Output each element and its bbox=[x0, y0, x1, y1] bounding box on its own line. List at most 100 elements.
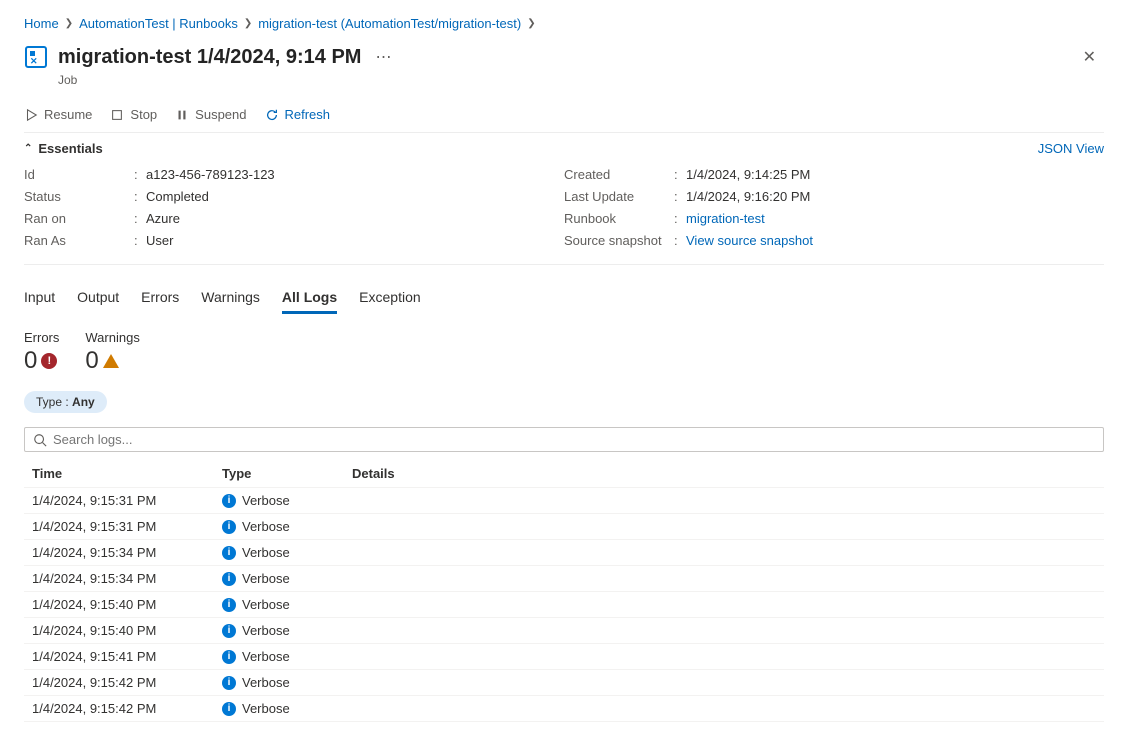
breadcrumb-item[interactable]: AutomationTest | Runbooks bbox=[79, 16, 238, 31]
log-row[interactable]: 1/4/2024, 9:15:31 PMiVerbose bbox=[24, 514, 1104, 540]
log-time: 1/4/2024, 9:15:31 PM bbox=[32, 493, 222, 508]
log-row[interactable]: 1/4/2024, 9:15:40 PMiVerbose bbox=[24, 618, 1104, 644]
refresh-icon bbox=[265, 108, 279, 122]
log-row[interactable]: 1/4/2024, 9:15:40 PMiVerbose bbox=[24, 592, 1104, 618]
log-time: 1/4/2024, 9:15:34 PM bbox=[32, 571, 222, 586]
json-view-link[interactable]: JSON View bbox=[1038, 141, 1104, 156]
chevron-right-icon: ❯ bbox=[244, 18, 252, 29]
log-row[interactable]: 1/4/2024, 9:15:34 PMiVerbose bbox=[24, 540, 1104, 566]
log-row[interactable]: 1/4/2024, 9:15:34 PMiVerbose bbox=[24, 566, 1104, 592]
log-time: 1/4/2024, 9:15:40 PM bbox=[32, 623, 222, 638]
errors-label: Errors bbox=[24, 330, 59, 345]
info-icon: i bbox=[222, 676, 236, 690]
col-type-header[interactable]: Type bbox=[222, 466, 352, 481]
close-icon[interactable]: ✕ bbox=[1075, 43, 1104, 71]
warnings-count: 0 bbox=[85, 347, 98, 375]
tab-warnings[interactable]: Warnings bbox=[201, 289, 260, 314]
resume-button[interactable]: Resume bbox=[24, 107, 92, 122]
chevron-right-icon: ❯ bbox=[65, 18, 73, 29]
label-ran-on: Ran on bbox=[24, 208, 134, 230]
pause-icon bbox=[175, 108, 189, 122]
chevron-right-icon: ❯ bbox=[527, 18, 535, 29]
label-id: Id bbox=[24, 164, 134, 186]
errors-count: 0 bbox=[24, 347, 37, 375]
more-icon[interactable]: ⋯ bbox=[371, 47, 395, 67]
error-icon: ! bbox=[41, 353, 57, 369]
link-source-snapshot[interactable]: View source snapshot bbox=[686, 233, 813, 248]
value-status: Completed bbox=[146, 186, 209, 208]
search-input[interactable] bbox=[53, 432, 1095, 447]
info-icon: i bbox=[222, 546, 236, 560]
label-ran-as: Ran As bbox=[24, 230, 134, 252]
value-ran-on: Azure bbox=[146, 208, 180, 230]
essentials: Id:a123-456-789123-123 Status:Completed … bbox=[24, 164, 1104, 265]
value-last-update: 1/4/2024, 9:16:20 PM bbox=[686, 186, 810, 208]
log-type: iVerbose bbox=[222, 519, 352, 534]
stop-button[interactable]: Stop bbox=[110, 107, 157, 122]
tabs: Input Output Errors Warnings All Logs Excepti… bbox=[24, 277, 1104, 316]
log-type: iVerbose bbox=[222, 571, 352, 586]
breadcrumb: Home ❯ AutomationTest | Runbooks ❯ migra… bbox=[24, 16, 1104, 31]
info-icon: i bbox=[222, 702, 236, 716]
search-icon bbox=[33, 433, 47, 447]
log-table-header: Time Type Details bbox=[24, 460, 1104, 488]
log-time: 1/4/2024, 9:15:42 PM bbox=[32, 675, 222, 690]
suspend-button[interactable]: Suspend bbox=[175, 107, 246, 122]
label-status: Status bbox=[24, 186, 134, 208]
log-table-body: 1/4/2024, 9:15:31 PMiVerbose1/4/2024, 9:… bbox=[24, 488, 1104, 722]
log-counters: Errors 0! Warnings 0 bbox=[24, 330, 1104, 375]
log-type: iVerbose bbox=[222, 649, 352, 664]
tab-output[interactable]: Output bbox=[77, 289, 119, 314]
log-time: 1/4/2024, 9:15:34 PM bbox=[32, 545, 222, 560]
svg-text:✕: ✕ bbox=[30, 56, 38, 66]
info-icon: i bbox=[222, 650, 236, 664]
search-box[interactable] bbox=[24, 427, 1104, 452]
label-runbook: Runbook bbox=[564, 208, 674, 230]
tab-input[interactable]: Input bbox=[24, 289, 55, 314]
col-time-header[interactable]: Time bbox=[32, 466, 222, 481]
col-details-header[interactable]: Details bbox=[352, 466, 1096, 481]
log-row[interactable]: 1/4/2024, 9:15:41 PMiVerbose bbox=[24, 644, 1104, 670]
info-icon: i bbox=[222, 520, 236, 534]
link-runbook[interactable]: migration-test bbox=[686, 211, 765, 226]
value-id: a123-456-789123-123 bbox=[146, 164, 275, 186]
chevron-up-icon: ⌃ bbox=[24, 143, 32, 154]
label-created: Created bbox=[564, 164, 674, 186]
log-type: iVerbose bbox=[222, 597, 352, 612]
log-type: iVerbose bbox=[222, 493, 352, 508]
tab-exception[interactable]: Exception bbox=[359, 289, 420, 314]
log-row[interactable]: 1/4/2024, 9:15:42 PMiVerbose bbox=[24, 670, 1104, 696]
log-row[interactable]: 1/4/2024, 9:15:31 PMiVerbose bbox=[24, 488, 1104, 514]
command-bar: Resume Stop Suspend Refresh bbox=[24, 101, 1104, 133]
log-type: iVerbose bbox=[222, 675, 352, 690]
value-created: 1/4/2024, 9:14:25 PM bbox=[686, 164, 810, 186]
log-time: 1/4/2024, 9:15:42 PM bbox=[32, 701, 222, 716]
log-type: iVerbose bbox=[222, 701, 352, 716]
tab-all-logs[interactable]: All Logs bbox=[282, 289, 337, 314]
label-last-update: Last Update bbox=[564, 186, 674, 208]
runbook-job-icon: ✕ bbox=[24, 45, 48, 69]
label-snapshot: Source snapshot bbox=[564, 230, 674, 252]
log-time: 1/4/2024, 9:15:31 PM bbox=[32, 519, 222, 534]
refresh-button[interactable]: Refresh bbox=[265, 107, 331, 122]
breadcrumb-item[interactable]: migration-test (AutomationTest/migration… bbox=[258, 16, 521, 31]
warnings-label: Warnings bbox=[85, 330, 139, 345]
log-type: iVerbose bbox=[222, 545, 352, 560]
log-time: 1/4/2024, 9:15:41 PM bbox=[32, 649, 222, 664]
info-icon: i bbox=[222, 598, 236, 612]
breadcrumb-item[interactable]: Home bbox=[24, 16, 59, 31]
log-time: 1/4/2024, 9:15:40 PM bbox=[32, 597, 222, 612]
page-title: migration-test 1/4/2024, 9:14 PM bbox=[58, 46, 361, 69]
essentials-toggle[interactable]: ⌃ Essentials JSON View bbox=[24, 133, 1104, 164]
tab-errors[interactable]: Errors bbox=[141, 289, 179, 314]
log-row[interactable]: 1/4/2024, 9:15:42 PMiVerbose bbox=[24, 696, 1104, 722]
info-icon: i bbox=[222, 624, 236, 638]
page-subtitle: Job bbox=[58, 73, 1104, 87]
info-icon: i bbox=[222, 494, 236, 508]
value-ran-as: User bbox=[146, 230, 173, 252]
stop-icon bbox=[110, 108, 124, 122]
info-icon: i bbox=[222, 572, 236, 586]
log-type: iVerbose bbox=[222, 623, 352, 638]
type-filter-pill[interactable]: Type : Any bbox=[24, 391, 107, 413]
play-icon bbox=[24, 108, 38, 122]
